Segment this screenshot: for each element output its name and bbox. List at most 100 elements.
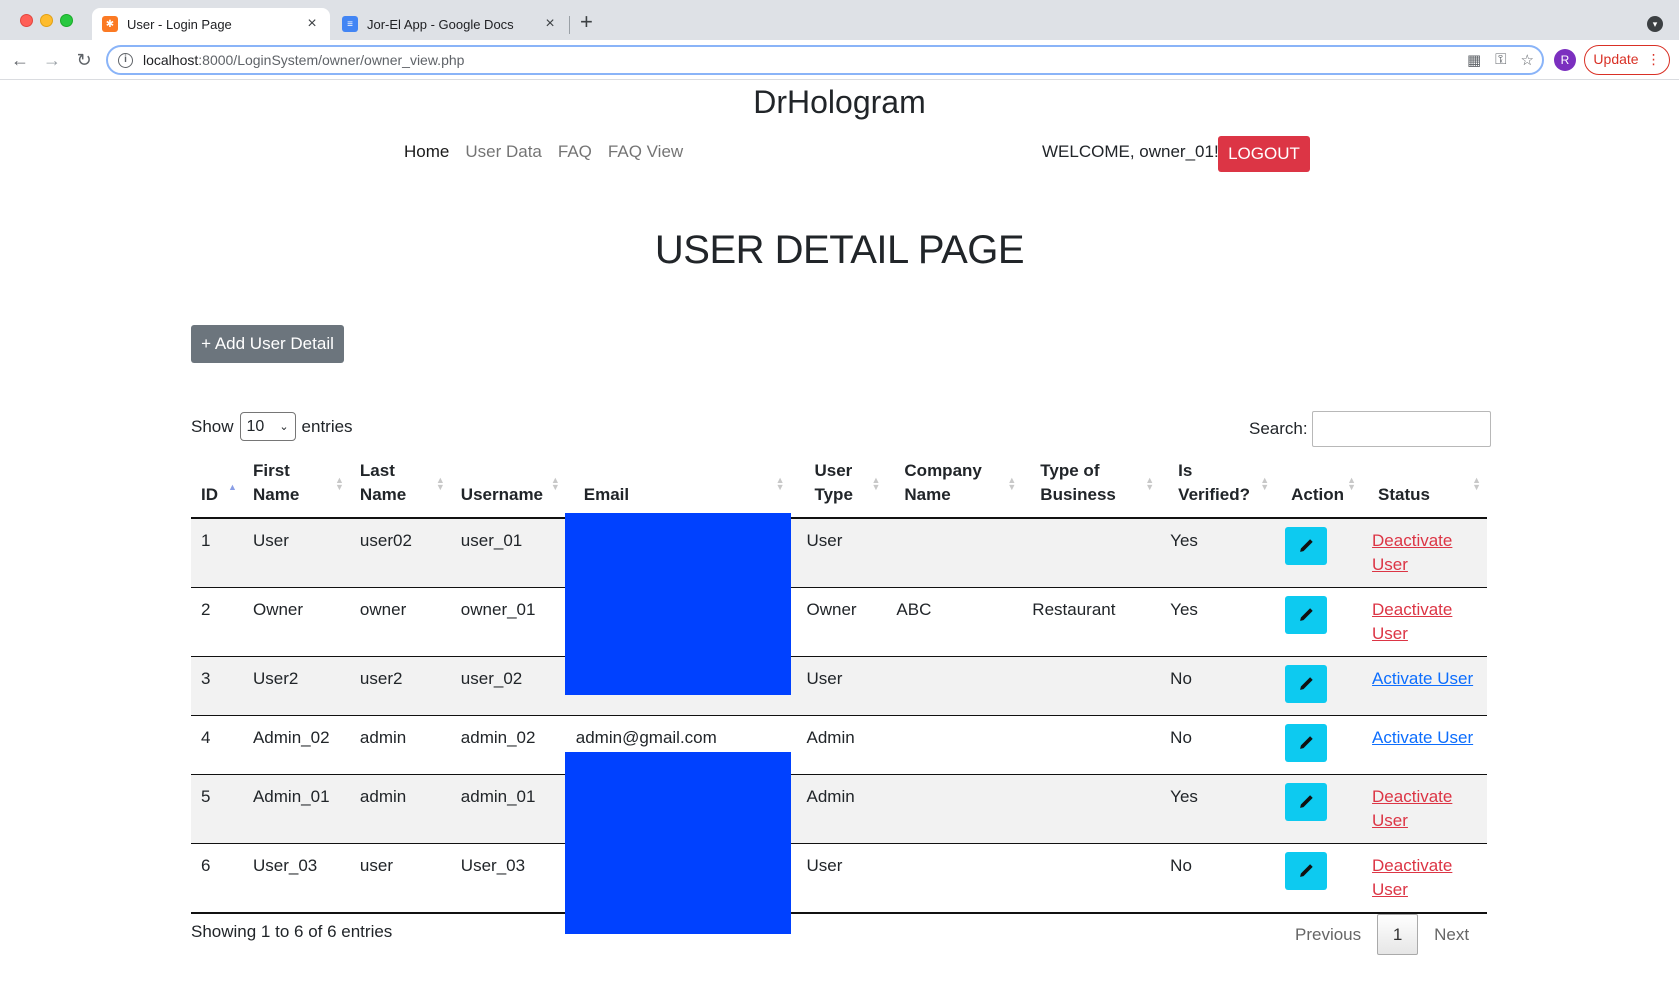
show-entries-control: Show 10 ⌄ entries: [191, 412, 353, 441]
header-label: Username: [460, 485, 544, 504]
entries-select[interactable]: 10 ⌄: [239, 412, 296, 441]
header-label: First Name: [252, 461, 300, 504]
cell-last-name: admin: [349, 774, 451, 844]
cell-id: 1: [191, 517, 243, 588]
redaction-box: [565, 752, 791, 934]
tab-close-icon[interactable]: ×: [542, 15, 558, 33]
add-user-detail-button[interactable]: + Add User Detail: [191, 325, 344, 363]
deactivate-user-link[interactable]: Deactivate User: [1372, 600, 1452, 643]
cell-first-name: User: [242, 517, 350, 588]
sort-icon: ▲ ▼: [435, 475, 445, 492]
new-tab-button[interactable]: +: [580, 11, 593, 33]
table-row: 4 Admin_02 admin admin_02 admin@gmail.co…: [191, 715, 1487, 775]
col-header-user-type[interactable]: User Type ▲ ▼: [790, 445, 887, 519]
cell-username: user_02: [450, 656, 566, 716]
edit-button[interactable]: [1285, 527, 1328, 565]
col-header-is-verified[interactable]: Is Verified? ▲ ▼: [1160, 445, 1276, 519]
nav-item-user-data[interactable]: User Data: [465, 142, 542, 162]
cell-verified: No: [1160, 656, 1276, 716]
profile-avatar[interactable]: R: [1554, 49, 1576, 71]
sort-icon: ▲ ▼: [1145, 475, 1155, 492]
chevron-down-icon: ⌄: [279, 421, 289, 433]
table-row: 5 Admin_01 admin admin_01 Admin Yes Deac…: [191, 774, 1487, 844]
cell-company: ABC: [886, 587, 1023, 657]
pencil-icon: [1300, 736, 1313, 749]
update-label: Update: [1593, 51, 1639, 67]
cell-company: [886, 843, 1023, 914]
col-header-type-of-business[interactable]: Type of Business ▲ ▼: [1022, 445, 1161, 519]
browser-tab-active[interactable]: ✱ User - Login Page ×: [92, 8, 330, 40]
header-label: User Type: [814, 461, 853, 504]
window-minimize-button[interactable]: [40, 14, 53, 27]
edit-button[interactable]: [1285, 783, 1328, 821]
nav-item-faq[interactable]: FAQ: [558, 142, 592, 162]
cell-last-name: user: [349, 843, 451, 914]
info-icon[interactable]: i: [118, 52, 133, 68]
forward-arrow-icon[interactable]: →: [40, 48, 64, 72]
key-icon[interactable]: ⚿: [1495, 51, 1506, 69]
nav-item-home[interactable]: Home: [404, 142, 449, 162]
back-arrow-icon[interactable]: ←: [8, 48, 32, 72]
cell-action: [1275, 843, 1363, 914]
deactivate-user-link[interactable]: Deactivate User: [1372, 531, 1452, 574]
browser-tab-bar: ✱ User - Login Page × ≡ Jor-El App - Goo…: [0, 0, 1679, 40]
cell-verified: Yes: [1160, 587, 1276, 657]
logout-button[interactable]: LOGOUT: [1218, 136, 1310, 172]
edit-button[interactable]: [1285, 665, 1328, 703]
activate-user-link[interactable]: Activate User: [1372, 669, 1473, 688]
window-close-button[interactable]: [20, 14, 33, 27]
cell-user-type: Owner: [790, 587, 887, 657]
edit-button[interactable]: [1285, 596, 1328, 634]
address-bar[interactable]: i localhost:8000/LoginSystem/owner/owner…: [106, 45, 1544, 75]
table-row: 1 User user02 user_01 User Yes Deactivat…: [191, 517, 1487, 588]
tab-separator: [569, 16, 570, 34]
pagination-previous[interactable]: Previous: [1279, 925, 1377, 945]
cell-id: 4: [191, 715, 243, 775]
header-label: Status: [1378, 485, 1430, 504]
reload-icon[interactable]: ↻: [72, 48, 96, 72]
col-header-last-name[interactable]: Last Name ▲ ▼: [349, 445, 451, 519]
col-header-status[interactable]: Status ▲ ▼: [1362, 445, 1487, 519]
qr-code-icon[interactable]: ▦: [1467, 51, 1481, 69]
page-content: DrHologram Home User Data FAQ FAQ View W…: [0, 80, 1679, 992]
search-input[interactable]: [1311, 411, 1491, 447]
sort-icon: ▲ ▼: [1472, 475, 1481, 492]
tab-close-icon[interactable]: ×: [304, 15, 320, 33]
update-button[interactable]: Update ⋮: [1584, 45, 1670, 75]
cell-id: 5: [191, 774, 243, 844]
activate-user-link[interactable]: Activate User: [1372, 728, 1473, 747]
cell-first-name: Owner: [242, 587, 350, 657]
col-header-id[interactable]: ID ▲: [191, 445, 243, 519]
deactivate-user-link[interactable]: Deactivate User: [1372, 787, 1452, 830]
pagination-page-1[interactable]: 1: [1377, 914, 1419, 955]
col-header-username[interactable]: Username ▲ ▼: [450, 445, 566, 519]
cell-status: Deactivate User: [1362, 843, 1487, 914]
nav-item-faq-view[interactable]: FAQ View: [608, 142, 683, 162]
edit-button[interactable]: [1285, 852, 1328, 890]
site-brand[interactable]: DrHologram: [0, 80, 1679, 124]
sort-icon: ▲ ▼: [1347, 475, 1357, 492]
col-header-action[interactable]: Action ▲ ▼: [1275, 445, 1363, 519]
cell-action: [1275, 517, 1363, 588]
sort-icon: ▲ ▼: [871, 475, 881, 492]
table-header-row: ID ▲ First Name ▲ ▼ Last Name ▲ ▼ Username ▲ ▼ …: [191, 445, 1487, 519]
table-info: Showing 1 to 6 of 6 entries: [191, 922, 393, 941]
col-header-email[interactable]: Email ▲ ▼: [565, 445, 791, 519]
window-zoom-button[interactable]: [60, 14, 73, 27]
tab-search-icon[interactable]: ▾: [1647, 16, 1663, 32]
cell-status: Deactivate User: [1362, 587, 1487, 657]
browser-tab-inactive[interactable]: ≡ Jor-El App - Google Docs ×: [332, 8, 568, 40]
cell-company: [886, 774, 1023, 844]
user-table: ID ▲ First Name ▲ ▼ Last Name ▲ ▼ Username ▲ ▼ …: [191, 445, 1487, 914]
cell-status: Deactivate User: [1362, 517, 1487, 588]
cell-business: [1022, 656, 1161, 716]
col-header-first-name[interactable]: First Name ▲ ▼: [242, 445, 350, 519]
col-header-company-name[interactable]: Company Name ▲ ▼: [886, 445, 1023, 519]
pagination-next[interactable]: Next: [1418, 925, 1485, 945]
cell-username: user_01: [450, 517, 566, 588]
edit-button[interactable]: [1285, 724, 1328, 762]
deactivate-user-link[interactable]: Deactivate User: [1372, 856, 1452, 899]
cell-last-name: user2: [349, 656, 451, 716]
sort-icon: ▲ ▼: [775, 475, 785, 492]
star-icon[interactable]: ☆: [1521, 51, 1534, 69]
